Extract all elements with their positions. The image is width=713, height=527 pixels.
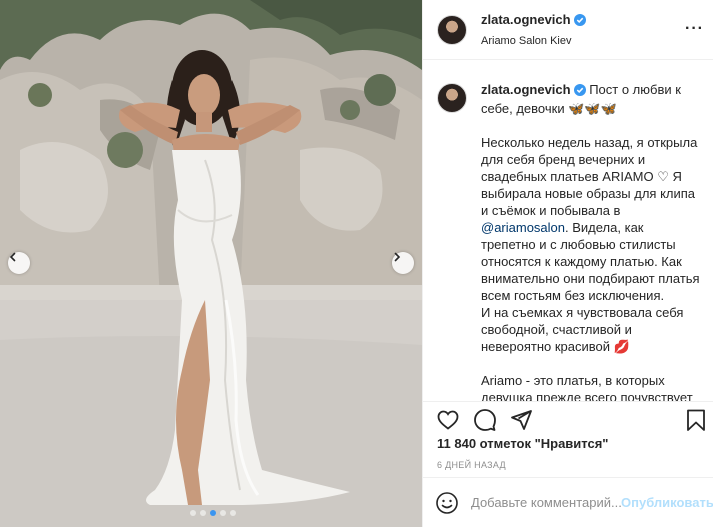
- carousel-dot: [190, 510, 196, 516]
- post-location[interactable]: Ariamo Salon Kiev: [481, 35, 586, 49]
- mention-link[interactable]: @ariamosalon: [481, 220, 565, 235]
- caption-paragraph-3: Ariamo - это платья, в которых девушка п…: [481, 373, 693, 401]
- caption-username[interactable]: zlata.ognevich: [481, 82, 571, 97]
- chevron-left-icon: [9, 252, 16, 262]
- publish-button[interactable]: Опубликовать: [621, 495, 713, 510]
- heart-emoji-icon: ♡: [657, 169, 669, 184]
- emoji-icon[interactable]: [435, 491, 459, 515]
- caption-paragraph-2: И на съемках я чувствовала себя свободно…: [481, 305, 684, 354]
- verified-badge-icon: [573, 12, 586, 32]
- chevron-right-icon: [394, 252, 401, 262]
- comment-icon[interactable]: [473, 408, 497, 432]
- share-icon[interactable]: [509, 408, 533, 432]
- author-avatar[interactable]: [437, 14, 467, 45]
- lips-emoji-icon: 💋: [613, 339, 630, 354]
- bookmark-icon[interactable]: [685, 408, 707, 432]
- carousel-dot: [220, 510, 226, 516]
- carousel-indicator: [190, 510, 236, 516]
- author-username[interactable]: zlata.ognevich: [481, 12, 571, 27]
- post-header: zlata.ognevich Ariamo Salon Kiev ···: [423, 0, 713, 60]
- caption-author-avatar[interactable]: [437, 83, 467, 113]
- verified-badge-icon: [573, 83, 586, 100]
- post-actions-bar: [423, 401, 713, 435]
- carousel-dot: [230, 510, 236, 516]
- post-photo[interactable]: [0, 0, 422, 527]
- post-side-panel: zlata.ognevich Ariamo Salon Kiev ··· zla…: [422, 0, 713, 527]
- carousel-dot: [200, 510, 206, 516]
- caption-area: zlata.ognevich Пост о любви к себе, дево…: [423, 61, 713, 401]
- carousel-next-button[interactable]: [392, 252, 414, 274]
- photo-illustration: [0, 0, 422, 527]
- carousel-prev-button[interactable]: [8, 252, 30, 274]
- butterfly-emoji-icon: 🦋🦋🦋: [568, 101, 617, 116]
- caption-text: zlata.ognevich Пост о любви к себе, дево…: [481, 81, 700, 401]
- add-comment-bar: Опубликовать: [423, 477, 713, 527]
- likes-count[interactable]: 11 840 отметок "Нравится": [437, 436, 608, 451]
- more-options-icon[interactable]: ···: [685, 20, 704, 38]
- heart-icon[interactable]: [436, 408, 460, 432]
- carousel-dot-active: [210, 510, 216, 516]
- caption-row: zlata.ognevich Пост о любви к себе, дево…: [437, 81, 700, 401]
- post-timestamp[interactable]: 6 ДНЕЙ НАЗАД: [437, 460, 506, 470]
- comment-input[interactable]: [471, 495, 621, 510]
